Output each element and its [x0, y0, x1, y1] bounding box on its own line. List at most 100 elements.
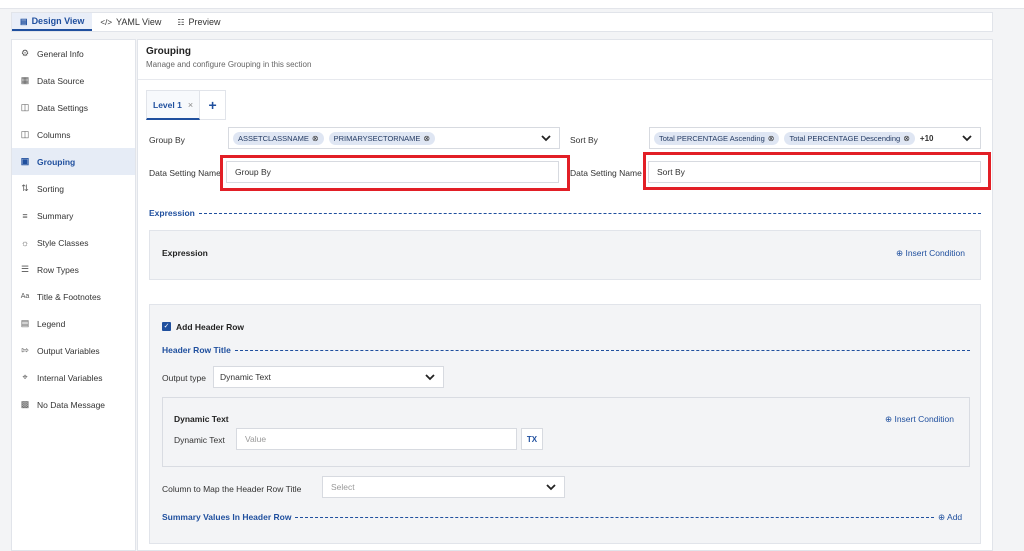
page-title: Grouping [146, 46, 191, 57]
sidebar-item-label: Internal Variables [37, 372, 103, 383]
sidebar-item-internal-variables[interactable]: ⌖ Internal Variables [12, 364, 135, 391]
sidebar-item-label: Data Source [37, 75, 85, 86]
remove-chip-icon[interactable]: ⊗ [423, 134, 430, 143]
header-row-panel: ✓ Add Header Row Header Row Title Output… [149, 304, 981, 544]
header-row-title-divider: Header Row Title [162, 345, 970, 355]
expression-panel: Expression ⊕ Insert Condition [149, 230, 981, 280]
chip-label: Total PERCENTAGE Descending [789, 133, 901, 143]
grouping-icon: ▣ [20, 156, 30, 166]
insert-condition-button[interactable]: ⊕ Insert Condition [896, 248, 965, 259]
sidebar-item-summary[interactable]: ≡ Summary [12, 202, 135, 229]
dynamic-text-title: Dynamic Text [174, 414, 229, 424]
summary-values-divider: Summary Values In Header Row [162, 512, 934, 522]
remove-chip-icon[interactable]: ⊗ [768, 134, 775, 143]
chevron-down-icon [425, 374, 435, 381]
chip-label: PRIMARYSECTORNAME [333, 133, 421, 143]
dashed-line [198, 212, 981, 214]
dynamic-text-field-label: Dynamic Text [174, 435, 225, 445]
sidebar-item-no-data-message[interactable]: ▩ No Data Message [12, 391, 135, 418]
dynamic-text-panel: Dynamic Text ⊕ Insert Condition Dynamic … [162, 397, 970, 467]
more-chips-count[interactable]: +10 [920, 134, 934, 143]
text-format-button[interactable]: TX [521, 428, 543, 450]
output-type-value: Dynamic Text [220, 372, 271, 382]
message-icon: ▩ [20, 399, 30, 409]
column-map-label: Column to Map the Header Row Title [162, 484, 302, 494]
sidebar-item-style-classes[interactable]: ☼ Style Classes [12, 229, 135, 256]
chip-total-percentage-ascending: Total PERCENTAGE Ascending ⊗ [654, 131, 780, 145]
close-icon[interactable]: × [188, 100, 193, 110]
insert-condition-label: Insert Condition [894, 414, 954, 424]
sidebar-item-sorting[interactable]: ⇅ Sorting [12, 175, 135, 202]
sidebar-item-title-footnotes[interactable]: Aa Title & Footnotes [12, 283, 135, 310]
expression-panel-title: Expression [162, 248, 208, 258]
sidebar-item-data-settings[interactable]: ◫ Data Settings [12, 94, 135, 121]
database-icon: ▦ [20, 75, 30, 85]
main-panel: Grouping Manage and configure Grouping i… [137, 39, 993, 551]
sidebar-item-legend[interactable]: ▤ Legend [12, 310, 135, 337]
column-map-select[interactable]: Select [322, 476, 565, 498]
sort-by-select[interactable]: Total PERCENTAGE Ascending ⊗ Total PERCEN… [649, 127, 981, 149]
add-header-row-label: Add Header Row [176, 322, 245, 332]
variables-icon: ⌖ [22, 372, 28, 382]
tab-yaml-view[interactable]: </> YAML View [92, 13, 169, 31]
palette-icon: ☼ [20, 237, 30, 248]
group-by-select[interactable]: ASSETCLASSNAME ⊗ PRIMARYSECTORNAME ⊗ [228, 127, 560, 149]
insert-condition-label: Insert Condition [905, 248, 965, 258]
group-data-setting-label: Data Setting Name [149, 168, 221, 178]
level-tabs: Level 1 × + [146, 90, 227, 120]
tab-label: Preview [188, 17, 221, 27]
sidebar-item-general-info[interactable]: ⚙ General Info [12, 40, 135, 67]
add-level-button[interactable]: + [200, 90, 227, 120]
remove-chip-icon[interactable]: ⊗ [903, 134, 910, 143]
expression-divider-label: Expression [149, 208, 195, 218]
sidebar-item-label: Columns [37, 129, 71, 140]
remove-chip-icon[interactable]: ⊗ [312, 134, 319, 143]
gear-icon: ⚙ [20, 48, 30, 58]
chevron-down-icon [546, 484, 556, 491]
header-row-title-label: Header Row Title [162, 345, 231, 355]
insert-condition-button[interactable]: ⊕ Insert Condition [885, 414, 954, 425]
add-header-row-checkbox[interactable]: ✓ [162, 322, 171, 331]
add-summary-value-button[interactable]: ⊕ Add [938, 512, 962, 523]
level-tab-label: Level 1 [153, 99, 182, 110]
sidebar-item-label: Style Classes [37, 237, 89, 248]
plus-icon: + [208, 97, 217, 113]
output-type-label: Output type [162, 373, 206, 383]
sidebar-item-output-variables[interactable]: ⇰ Output Variables [12, 337, 135, 364]
plus-circle-icon: ⊕ [895, 248, 904, 258]
sidebar-item-row-types[interactable]: ☰ Row Types [12, 256, 135, 283]
chevron-down-icon[interactable] [961, 132, 973, 144]
preview-icon: ☷ [177, 17, 185, 27]
output-type-select[interactable]: Dynamic Text [213, 366, 444, 388]
expression-divider: Expression [149, 208, 981, 218]
sidebar: ⚙ General Info ▦ Data Source ◫ Data Setting… [11, 39, 136, 551]
tab-level-1[interactable]: Level 1 × [146, 90, 201, 120]
chevron-down-icon[interactable] [540, 132, 552, 144]
highlight-box [643, 152, 991, 190]
settings-icon: ◫ [20, 102, 30, 112]
chip-assetclassname: ASSETCLASSNAME ⊗ [233, 131, 324, 145]
tab-design-view[interactable]: ▤ Design View [12, 13, 93, 31]
chip-primarysectorname: PRIMARYSECTORNAME ⊗ [328, 131, 436, 145]
sidebar-item-label: Title & Footnotes [37, 291, 101, 302]
dynamic-text-placeholder: Value [245, 434, 267, 444]
group-by-label: Group By [149, 135, 185, 145]
sidebar-item-label: Grouping [37, 156, 76, 167]
sort-data-setting-label: Data Setting Name [570, 168, 642, 178]
sidebar-item-columns[interactable]: ◫ Columns [12, 121, 135, 148]
sidebar-item-label: General Info [37, 48, 84, 59]
column-map-placeholder: Select [331, 482, 355, 492]
sidebar-item-label: Data Settings [37, 102, 89, 113]
tab-preview[interactable]: ☷ Preview [169, 13, 228, 31]
dynamic-text-input[interactable]: Value [236, 428, 517, 450]
view-tabs: ▤ Design View </> YAML View ☷ Preview [11, 12, 993, 32]
sidebar-item-label: No Data Message [37, 399, 106, 410]
sidebar-item-label: Sorting [37, 183, 64, 194]
chip-label: ASSETCLASSNAME [238, 133, 309, 143]
tab-label: YAML View [116, 17, 162, 27]
legend-icon: ▤ [20, 318, 30, 328]
tx-label: TX [526, 434, 538, 444]
tab-label: Design View [31, 16, 85, 26]
sidebar-item-grouping[interactable]: ▣ Grouping [12, 148, 135, 175]
sidebar-item-data-source[interactable]: ▦ Data Source [12, 67, 135, 94]
